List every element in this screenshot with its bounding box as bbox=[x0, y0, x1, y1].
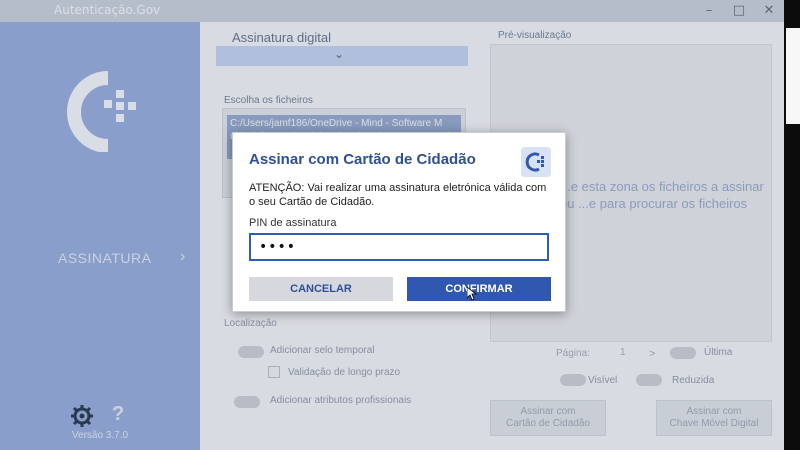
pin-label: PIN de assinatura bbox=[249, 217, 337, 229]
pin-input[interactable] bbox=[249, 233, 549, 261]
dialog-warning-text: ATENÇÃO: Vai realizar uma assinatura ele… bbox=[249, 182, 547, 208]
confirm-button[interactable]: CONFIRMAR bbox=[407, 277, 551, 301]
mouse-pointer-icon bbox=[467, 287, 477, 301]
dialog-title: Assinar com Cartão de Cidadão bbox=[249, 151, 476, 168]
sign-with-cc-dialog: Assinar com Cartão de Cidadão ATENÇÃO: V… bbox=[232, 132, 566, 312]
app-window: Autenticação.Gov – □ ✕ ASSINATURA › ? Ve… bbox=[0, 0, 800, 450]
autenticacao-gov-logo-icon bbox=[521, 147, 551, 177]
background-window bbox=[786, 28, 800, 124]
cancel-button[interactable]: CANCELAR bbox=[249, 277, 393, 301]
drop-hint-text: ...e esta zona os ficheiros a assinar ou… bbox=[560, 179, 764, 211]
